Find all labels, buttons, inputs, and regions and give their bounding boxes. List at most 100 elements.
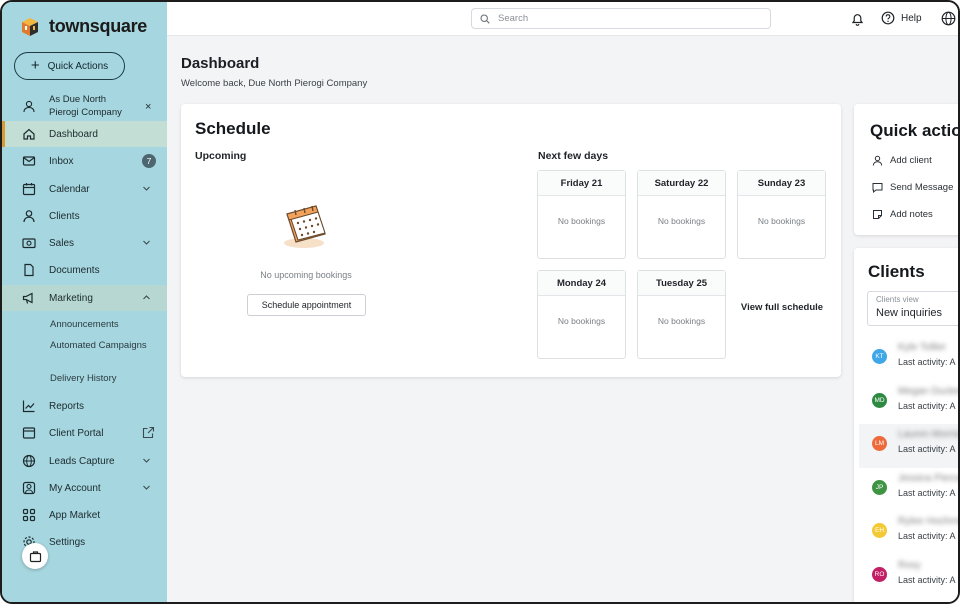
sidebar-item-dashboard[interactable]: Dashboard <box>2 121 167 147</box>
chevron-down-icon <box>143 240 150 245</box>
sidebar-item-calendar[interactable]: Calendar <box>2 176 167 202</box>
sidebar-item-client-portal[interactable]: Client Portal <box>2 420 167 446</box>
clients-title: Clients <box>868 262 925 281</box>
sidebar-item-label: Documents <box>49 264 100 276</box>
client-last-activity: Last activity: A <box>898 357 956 367</box>
avatar: EH <box>872 523 887 538</box>
external-link-icon[interactable] <box>142 426 155 439</box>
document-icon <box>24 263 34 277</box>
next-days-heading: Next few days <box>538 150 609 162</box>
calendar-icon <box>22 183 36 196</box>
sidebar-item-inbox[interactable]: Inbox 7 <box>2 148 167 174</box>
sidebar-item-my-account[interactable]: My Account <box>2 475 167 501</box>
language-globe-icon[interactable] <box>941 11 956 26</box>
search-input[interactable] <box>498 13 748 24</box>
sidebar: townsquare + Quick Actions As Due North … <box>2 2 167 602</box>
home-icon <box>23 128 35 140</box>
sidebar-item-label: My Account <box>49 482 101 494</box>
townsquare-logo-icon <box>22 17 38 36</box>
client-row[interactable]: EH Rylee Hochman Last activity: A <box>859 511 959 555</box>
avatar: MD <box>872 393 887 408</box>
day-card-friday[interactable]: Friday 21 No bookings <box>537 170 626 259</box>
day-label: Monday 24 <box>538 271 625 296</box>
sidebar-item-clients[interactable]: Clients <box>2 203 167 229</box>
quick-actions-label: Quick Actions <box>47 60 109 72</box>
day-card-saturday[interactable]: Saturday 22 No bookings <box>637 170 726 259</box>
sidebar-item-label: Leads Capture <box>49 455 115 467</box>
sidebar-item-leads-capture[interactable]: Leads Capture <box>2 448 167 474</box>
client-row[interactable]: KT Kyle Tollier Last activity: A <box>859 337 958 381</box>
client-last-activity: Last activity: A <box>898 488 956 498</box>
client-last-activity: Last activity: A <box>898 531 956 541</box>
day-card-sunday[interactable]: Sunday 23 No bookings <box>737 170 826 259</box>
day-status: No bookings <box>557 216 606 226</box>
send-message-action[interactable]: Send Message <box>872 182 953 193</box>
clients-view-select[interactable]: Clients view New inquiries <box>867 291 958 326</box>
welcome-message: Welcome back, Due North Pierogi Company <box>181 78 368 89</box>
help-circle-icon <box>881 11 895 25</box>
sidebar-item-label: Calendar <box>49 183 90 195</box>
account-icon <box>22 481 36 495</box>
top-bar: Help <box>167 2 958 36</box>
client-row[interactable]: RO Rosy Last activity: A <box>859 555 958 599</box>
quick-action-label: Add notes <box>890 209 933 220</box>
impersonated-account[interactable]: As Due North Pierogi Company × <box>2 94 167 120</box>
user-icon <box>872 155 883 166</box>
upcoming-heading: Upcoming <box>195 150 247 162</box>
sidebar-item-app-market[interactable]: App Market <box>2 502 167 528</box>
briefcase-button[interactable] <box>22 543 48 569</box>
account-label: As Due North Pierogi Company <box>49 94 122 118</box>
day-status: No bookings <box>757 216 806 226</box>
day-card-tuesday[interactable]: Tuesday 25 No bookings <box>637 270 726 359</box>
plus-icon: + <box>30 57 40 74</box>
help-label: Help <box>901 12 922 24</box>
close-icon[interactable]: × <box>145 101 151 113</box>
day-status: No bookings <box>557 316 606 326</box>
schedule-card: Schedule Upcoming Next few days No upcom… <box>181 104 841 377</box>
schedule-appointment-button[interactable]: Schedule appointment <box>247 294 366 316</box>
sidebar-item-marketing[interactable]: Marketing <box>2 285 167 311</box>
sidebar-subitem-delivery-history[interactable]: Delivery History <box>50 372 150 385</box>
help-link[interactable]: Help <box>881 11 922 25</box>
search-box[interactable] <box>471 8 771 29</box>
page-title: Dashboard <box>181 55 260 72</box>
sidebar-item-sales[interactable]: Sales <box>2 230 167 256</box>
calendar-illustration-icon <box>284 205 326 248</box>
briefcase-icon <box>29 550 41 562</box>
quick-actions-button[interactable]: + Quick Actions <box>14 52 125 80</box>
chevron-down-icon <box>143 458 150 463</box>
client-name: Rylee Hochman <box>898 516 959 527</box>
sidebar-subitem-announcements[interactable]: Announcements <box>50 318 150 331</box>
add-client-action[interactable]: Add client <box>872 155 932 166</box>
sidebar-item-documents[interactable]: Documents <box>2 257 167 283</box>
users-icon <box>23 100 35 113</box>
sidebar-subitem-automated-campaigns[interactable]: Automated Campaigns <box>50 339 150 352</box>
bell-icon[interactable] <box>851 12 864 26</box>
sidebar-item-label: Dashboard <box>49 128 98 140</box>
chevron-up-icon <box>143 295 150 300</box>
client-row[interactable]: JP Jessica Pierce Last activity: A <box>859 468 958 512</box>
avatar: JP <box>872 480 887 495</box>
inbox-count-badge: 7 <box>142 154 156 168</box>
avatar: KT <box>872 349 887 364</box>
day-card-monday[interactable]: Monday 24 No bookings <box>537 270 626 359</box>
message-icon <box>872 183 883 193</box>
client-name: Rosy <box>898 560 921 571</box>
sidebar-item-reports[interactable]: Reports <box>2 393 167 419</box>
client-row[interactable]: LM Lauren Morrison Last activity: A <box>859 424 960 468</box>
client-row[interactable]: MD Megan Duckett Last activity: A <box>859 381 960 425</box>
logo[interactable]: townsquare <box>20 16 147 37</box>
note-icon <box>873 210 882 219</box>
client-name: Megan Duckett <box>898 386 960 397</box>
globe-icon <box>22 454 36 468</box>
day-label: Sunday 23 <box>738 171 825 196</box>
view-full-schedule-link[interactable]: View full schedule <box>737 300 827 316</box>
app-window: townsquare + Quick Actions As Due North … <box>0 0 960 604</box>
quick-actions-card: Quick actio Add client Send Message Add … <box>854 104 958 235</box>
client-name: Kyle Tollier <box>898 342 947 353</box>
money-icon <box>22 238 36 249</box>
chevron-down-icon <box>143 186 150 191</box>
client-name: Lauren Morrison <box>898 429 960 440</box>
add-notes-action[interactable]: Add notes <box>872 209 933 220</box>
schedule-title: Schedule <box>195 119 271 138</box>
